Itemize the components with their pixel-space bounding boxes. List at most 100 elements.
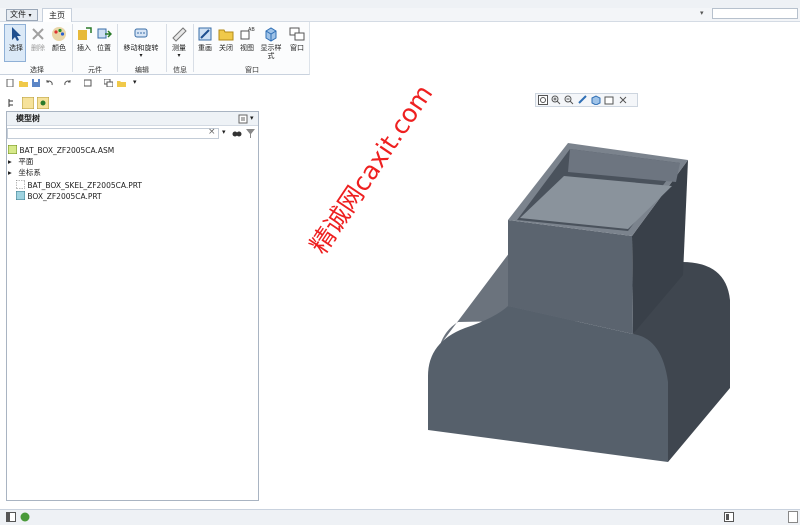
box-model — [428, 143, 730, 462]
cube-icon — [265, 27, 277, 42]
filter-icon[interactable] — [246, 129, 255, 138]
chevron-down-icon[interactable]: ▾ — [222, 128, 226, 136]
file-menu-label: 文件 — [10, 10, 26, 19]
move-rotate-button[interactable]: 移动和旋转 ▾ — [118, 26, 164, 60]
delete-icon — [32, 28, 44, 40]
chevron-down-icon[interactable]: ▾ — [700, 8, 710, 19]
delete-label: 删除 — [31, 44, 45, 52]
repaint-label: 重画 — [198, 44, 212, 52]
find-icon[interactable] — [232, 129, 242, 138]
repaint-view-icon[interactable] — [578, 95, 588, 105]
ruler-icon — [172, 27, 187, 42]
model-tree-header — [7, 112, 258, 126]
expand-icon[interactable]: ▸ — [8, 167, 16, 178]
tree-item-label: BAT_BOX_SKEL_ZF2005CA.PRT — [27, 181, 143, 190]
delete-button[interactable]: 删除 — [28, 26, 48, 52]
model-tree-tab-icon[interactable] — [8, 98, 17, 108]
measure-button[interactable]: 测量 ▾ — [168, 26, 190, 60]
group-label-info: 信息 — [173, 66, 187, 74]
assembly-icon — [7, 144, 18, 155]
view-label: 视图 — [240, 44, 254, 52]
model-tree-title: 模型树 — [16, 114, 40, 123]
insert-button[interactable]: 插入 — [74, 26, 94, 52]
search-input[interactable] — [712, 8, 798, 19]
smart-filter-icon[interactable] — [788, 511, 798, 523]
color-button[interactable]: 颜色 — [49, 26, 69, 52]
position-button[interactable]: 位置 — [94, 26, 114, 52]
svg-text:AB: AB — [248, 27, 255, 33]
clear-icon[interactable]: × — [208, 127, 216, 137]
chevron-down-icon[interactable]: ▾ — [133, 78, 137, 86]
chevron-down-icon[interactable]: ▾ — [250, 114, 254, 122]
windows-icon[interactable] — [104, 79, 113, 87]
group-label-edit: 编辑 — [135, 66, 149, 74]
group-label-component: 元件 — [88, 66, 102, 74]
show-navigator-icon[interactable] — [6, 512, 16, 522]
undo-icon[interactable] — [45, 79, 54, 87]
position-label: 位置 — [97, 44, 111, 52]
window-button[interactable]: 窗口 — [286, 26, 308, 52]
saved-views-icon[interactable] — [604, 95, 614, 105]
windows-icon — [289, 27, 305, 41]
color-label: 颜色 — [52, 44, 66, 52]
close-button[interactable]: 关闭 — [216, 26, 236, 52]
tree-settings-icon[interactable] — [238, 114, 248, 124]
folder-browser-tab-icon[interactable] — [22, 97, 34, 109]
tree-item-csys[interactable]: ▸ 坐标系 — [8, 167, 41, 178]
chevron-down-icon: ▾ — [139, 52, 143, 59]
window-label: 窗口 — [290, 44, 304, 52]
ribbon-separator — [193, 24, 194, 72]
menu-bar — [0, 8, 800, 22]
tree-item-label: BAT_BOX_ZF2005CA.ASM — [19, 146, 115, 155]
model-viewport[interactable] — [262, 110, 800, 508]
zoom-out-icon[interactable] — [564, 95, 574, 105]
move-rotate-icon — [134, 28, 148, 38]
datum-display-icon[interactable] — [618, 95, 628, 105]
position-icon — [97, 28, 112, 39]
insert-label: 插入 — [77, 44, 91, 52]
view-icon: AB — [240, 27, 255, 40]
display-style-icon[interactable] — [591, 95, 601, 105]
ribbon-separator — [166, 24, 167, 72]
move-rotate-label: 移动和旋转 — [123, 44, 159, 52]
group-label-window: 窗口 — [245, 66, 259, 74]
insert-icon — [78, 27, 92, 40]
chevron-down-icon: ▾ — [28, 12, 32, 19]
tree-item-label: 平面 — [18, 157, 34, 166]
status-bar — [0, 509, 800, 525]
tree-search-input[interactable] — [7, 128, 219, 139]
folder-icon[interactable] — [117, 79, 126, 87]
ribbon-separator — [72, 24, 73, 72]
measure-label: 测量 — [172, 44, 186, 52]
chevron-down-icon: ▾ — [177, 52, 181, 59]
skeleton-part-icon — [15, 179, 26, 190]
browser-icon[interactable] — [20, 512, 30, 522]
title-strip — [0, 0, 800, 8]
cursor-icon — [12, 27, 21, 41]
save-icon[interactable] — [32, 79, 41, 87]
favorites-tab-icon[interactable] — [37, 97, 49, 109]
open-folder-icon[interactable] — [19, 79, 28, 87]
tree-item-label: 坐标系 — [18, 168, 41, 177]
view-button[interactable]: AB 视图 — [236, 26, 258, 52]
zoom-in-icon[interactable] — [551, 95, 561, 105]
tree-item-assembly[interactable]: BAT_BOX_ZF2005CA.ASM — [7, 144, 115, 156]
regenerate-icon[interactable] — [84, 79, 93, 87]
new-file-icon[interactable] — [6, 79, 15, 87]
tree-item-box-part[interactable]: BOX_ZF2005CA.PRT — [15, 190, 102, 202]
tree-item-label: BOX_ZF2005CA.PRT — [27, 192, 102, 201]
redo-icon[interactable] — [63, 79, 72, 87]
expand-icon[interactable]: ▸ — [8, 156, 16, 167]
display-style-button[interactable]: 显示样式 — [258, 26, 284, 60]
refit-icon[interactable] — [538, 95, 548, 105]
folder-close-icon — [218, 29, 234, 41]
tab-home[interactable]: 主页 — [42, 8, 72, 23]
tree-item-skeleton-part[interactable]: BAT_BOX_SKEL_ZF2005CA.PRT — [15, 179, 143, 191]
tree-item-planes[interactable]: ▸ 平面 — [8, 156, 33, 167]
repaint-button[interactable]: 重画 — [195, 26, 215, 52]
selection-box-icon[interactable] — [724, 512, 734, 522]
group-label-select: 选择 — [30, 66, 44, 74]
model-tree-panel — [6, 111, 259, 501]
file-menu[interactable]: 文件 ▾ — [6, 9, 38, 21]
select-tool[interactable]: 选择 — [5, 26, 27, 52]
